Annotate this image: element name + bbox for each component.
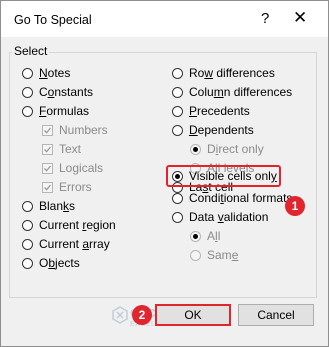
option-current-array[interactable]: Current array <box>22 236 110 252</box>
close-button[interactable]: ✕ <box>293 8 307 28</box>
check-logicals[interactable]: Logicals <box>42 160 103 176</box>
check-label: Logicals <box>59 161 104 175</box>
option-label: Data validation <box>189 210 269 224</box>
radio-icon[interactable] <box>172 124 183 136</box>
option-blanks[interactable]: Blanks <box>22 198 75 214</box>
radio-icon[interactable] <box>172 67 183 79</box>
option-objects[interactable]: Objects <box>22 255 80 271</box>
radio-icon[interactable] <box>172 192 183 204</box>
option-label: Blanks <box>39 199 76 213</box>
check-label: Text <box>59 142 82 156</box>
checkbox-checked-icon[interactable] <box>42 143 53 155</box>
option-label: Row differences <box>189 66 275 80</box>
check-errors[interactable]: Errors <box>42 179 92 195</box>
option-precedents[interactable]: Precedents <box>172 103 250 119</box>
check-label: Numbers <box>59 123 108 137</box>
check-numbers[interactable]: Numbers <box>42 122 108 138</box>
radio-icon[interactable] <box>22 219 33 231</box>
option-label: Direct only <box>207 142 264 156</box>
cancel-button[interactable]: Cancel <box>238 304 314 326</box>
option-direct-only[interactable]: Direct only <box>190 141 264 157</box>
option-validation-same[interactable]: Same <box>190 247 238 263</box>
dialog-title: Go To Special <box>14 13 92 27</box>
radio-icon[interactable] <box>22 257 33 269</box>
checkbox-checked-icon[interactable] <box>42 181 53 193</box>
option-label: Current array <box>39 237 110 251</box>
ok-button[interactable]: OK <box>155 304 231 326</box>
option-label: Visible cells only <box>189 169 277 183</box>
radio-icon[interactable] <box>190 249 201 261</box>
radio-icon[interactable] <box>22 238 33 250</box>
option-label: Conditional formats <box>189 191 293 205</box>
checkbox-checked-icon[interactable] <box>42 124 53 136</box>
option-column-differences[interactable]: Column differences <box>172 84 292 100</box>
option-label: Same <box>207 248 239 262</box>
option-label: All <box>207 229 221 243</box>
select-group-label: Select <box>12 44 50 58</box>
option-label: Notes <box>39 66 71 80</box>
option-label: Objects <box>39 256 80 270</box>
option-label: Current region <box>39 218 116 232</box>
radio-icon[interactable] <box>190 143 201 155</box>
option-label: Column differences <box>189 85 293 99</box>
radio-icon[interactable] <box>22 200 33 212</box>
option-constants[interactable]: Constants <box>22 84 93 100</box>
option-label: Dependents <box>189 123 254 137</box>
option-validation-all[interactable]: All <box>190 228 220 244</box>
option-data-validation[interactable]: Data validation <box>172 209 268 225</box>
option-notes[interactable]: Notes <box>22 65 70 81</box>
radio-selected-icon[interactable] <box>172 170 183 182</box>
option-visible-cells-only[interactable]: Visible cells only <box>172 168 277 184</box>
option-label: Formulas <box>39 104 90 118</box>
help-button[interactable]: ? <box>261 10 269 27</box>
radio-icon[interactable] <box>22 67 33 79</box>
exceldemy-logo-icon <box>112 306 128 324</box>
radio-icon[interactable] <box>22 105 33 117</box>
option-label: Constants <box>39 85 94 99</box>
radio-icon[interactable] <box>190 230 201 242</box>
title-bar: Go To Special ? ✕ <box>1 1 328 37</box>
radio-icon[interactable] <box>22 86 33 98</box>
option-dependents[interactable]: Dependents <box>172 122 254 138</box>
check-text[interactable]: Text <box>42 141 81 157</box>
option-current-region[interactable]: Current region <box>22 217 116 233</box>
option-formulas[interactable]: Formulas <box>22 103 89 119</box>
option-conditional-formats[interactable]: Conditional formats <box>172 190 292 206</box>
option-label: Precedents <box>189 104 250 118</box>
radio-icon[interactable] <box>172 105 183 117</box>
option-row-differences[interactable]: Row differences <box>172 65 275 81</box>
radio-icon[interactable] <box>172 211 183 223</box>
check-label: Errors <box>59 180 92 194</box>
radio-icon[interactable] <box>172 86 183 98</box>
step-badge-one: 1 <box>285 196 305 216</box>
checkbox-checked-icon[interactable] <box>42 162 53 174</box>
step-badge-two: 2 <box>132 305 152 325</box>
